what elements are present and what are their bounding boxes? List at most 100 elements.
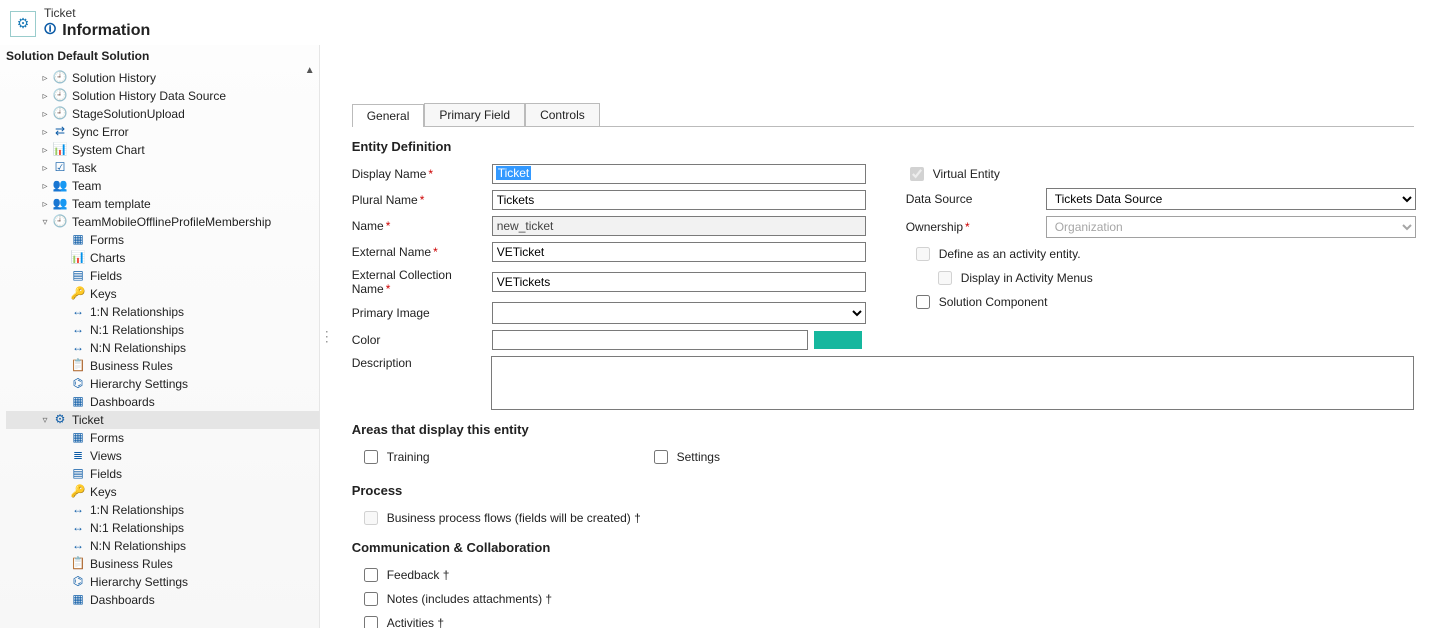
tree-item[interactable]: 📋Business Rules [6,555,319,573]
tree-item-icon: 👥 [52,178,68,194]
tree-item[interactable]: 📊Charts [6,249,319,267]
tree-item-label: Sync Error [72,125,129,139]
tree-item-label: Business Rules [90,359,173,373]
display-name-selected-text: Ticket [496,166,532,180]
tree-item[interactable]: ↔N:N Relationships [6,339,319,357]
tree-item[interactable]: ▦Dashboards [6,591,319,609]
tree-item[interactable]: ⌬Hierarchy Settings [6,375,319,393]
tree-item-icon: ▦ [70,430,86,446]
tree-item[interactable]: ▹👥 Team [6,177,319,195]
tree-item[interactable]: ▿⚙Ticket [6,411,319,429]
ownership-label: Ownership [906,220,963,234]
collapse-caret-icon[interactable]: ▲ [305,65,315,76]
tree-item[interactable]: ▿🕘TeamMobileOfflineProfileMembership [6,213,319,231]
expand-icon[interactable]: ▿ [40,415,50,426]
expand-icon[interactable]: ▹ [40,109,50,120]
external-name-input[interactable] [492,242,866,262]
data-source-select[interactable]: Tickets Data Source [1046,188,1416,210]
solution-component-label: Solution Component [939,295,1048,309]
activities-checkbox[interactable] [364,616,378,628]
solution-title: Solution Default Solution [0,45,319,67]
tree-item[interactable]: ▹🕘 StageSolutionUpload [6,105,319,123]
expand-icon[interactable]: ▹ [40,127,50,138]
tree-item[interactable]: ↔N:N Relationships [6,537,319,555]
sidebar: Solution Default Solution ▲ ▹🕘Solution H… [0,45,320,628]
tree-item[interactable]: ▹⇄ Sync Error [6,123,319,141]
tree-item[interactable]: ↔1:N Relationships [6,501,319,519]
tree-item-label: Fields [90,467,122,481]
tree-item[interactable]: ≣Views [6,447,319,465]
tree-item[interactable]: ▹🕘Solution History [6,69,319,87]
solution-component-checkbox[interactable] [916,295,930,309]
tree-item-icon: ⚙ [52,412,68,428]
tree-item[interactable]: 📋Business Rules [6,357,319,375]
tree-item[interactable]: 🔑Keys [6,285,319,303]
tab-strip: GeneralPrimary FieldControls [352,103,1414,127]
expand-icon[interactable]: ▹ [40,181,50,192]
tree-item[interactable]: ▤Fields [6,267,319,285]
color-swatch[interactable] [814,331,862,349]
tree-item-label: Keys [90,485,117,499]
external-coll-input[interactable] [492,272,866,292]
display-name-input[interactable] [492,164,866,184]
tree-item-label: Dashboards [90,395,155,409]
expand-icon[interactable]: ▹ [40,199,50,210]
tree-item-icon: 🕘 [52,106,68,122]
tree-item-label: N:N Relationships [90,539,186,553]
expand-icon[interactable]: ▹ [40,73,50,84]
tree-item-icon: ☑ [52,160,68,176]
tree-item[interactable]: 🔑 Keys [6,483,319,501]
tree-item[interactable]: ▹👥Team template [6,195,319,213]
feedback-label: Feedback † [387,568,450,582]
notes-checkbox[interactable] [364,592,378,606]
color-input[interactable] [492,330,808,350]
virtual-entity-label: Virtual Entity [933,167,1000,181]
tree-item-icon: 📊 [70,250,86,266]
tree-item-label: Team [72,179,101,193]
tree-item-icon: 🕘 [52,88,68,104]
tab-controls[interactable]: Controls [525,103,600,126]
expand-icon[interactable]: ▹ [40,145,50,156]
entity-def-left: Display Name* Ticket Plural Name* Name* … [352,164,866,356]
expand-icon[interactable]: ▹ [40,91,50,102]
primary-image-label: Primary Image [352,306,430,320]
primary-image-select[interactable] [492,302,866,324]
tab-general[interactable]: General [352,104,425,127]
entity-name-small: Ticket [44,6,150,20]
tree-item-label: Solution History [72,71,156,85]
tree-item[interactable]: ↔N:1 Relationships [6,321,319,339]
name-label: Name [352,219,384,233]
tree-item[interactable]: ▤Fields [6,465,319,483]
tree-item-icon: ⇄ [52,124,68,140]
expand-icon[interactable]: ▹ [40,163,50,174]
tree-item-label: StageSolutionUpload [72,107,185,121]
plural-name-input[interactable] [492,190,866,210]
notes-label: Notes (includes attachments) † [387,592,552,606]
info-icon: 🛈 [44,20,56,41]
tree-item[interactable]: ↔N:1 Relationships [6,519,319,537]
tree-item[interactable]: ▦Forms [6,429,319,447]
tree-item-icon: 🔑 [70,484,86,500]
tree-item[interactable]: ▦Forms [6,231,319,249]
tree-item[interactable]: ▦Dashboards [6,393,319,411]
tree-item[interactable]: ▹🕘Solution History Data Source [6,87,319,105]
tree-item[interactable]: ⌬Hierarchy Settings [6,573,319,591]
feedback-checkbox[interactable] [364,568,378,582]
tree-item-label: Business Rules [90,557,173,571]
tree-item-label: 1:N Relationships [90,503,184,517]
tab-primary-field[interactable]: Primary Field [424,103,525,126]
tree-item[interactable]: ↔1:N Relationships [6,303,319,321]
tree-item[interactable]: ▹📊System Chart [6,141,319,159]
tree-item-label: N:1 Relationships [90,323,184,337]
description-textarea[interactable] [491,356,1414,410]
tree-item[interactable]: ▹☑Task [6,159,319,177]
tree-item-icon: 🕘 [52,214,68,230]
page-title-text: Information [62,22,150,40]
title-block: Ticket 🛈 Information [44,6,150,41]
expand-icon[interactable]: ▿ [40,217,50,228]
resize-handle-icon[interactable]: ⋮ [320,328,330,345]
tree-item-label: System Chart [72,143,145,157]
settings-checkbox[interactable] [654,450,668,464]
training-checkbox[interactable] [364,450,378,464]
tree-item-label: Hierarchy Settings [90,377,188,391]
